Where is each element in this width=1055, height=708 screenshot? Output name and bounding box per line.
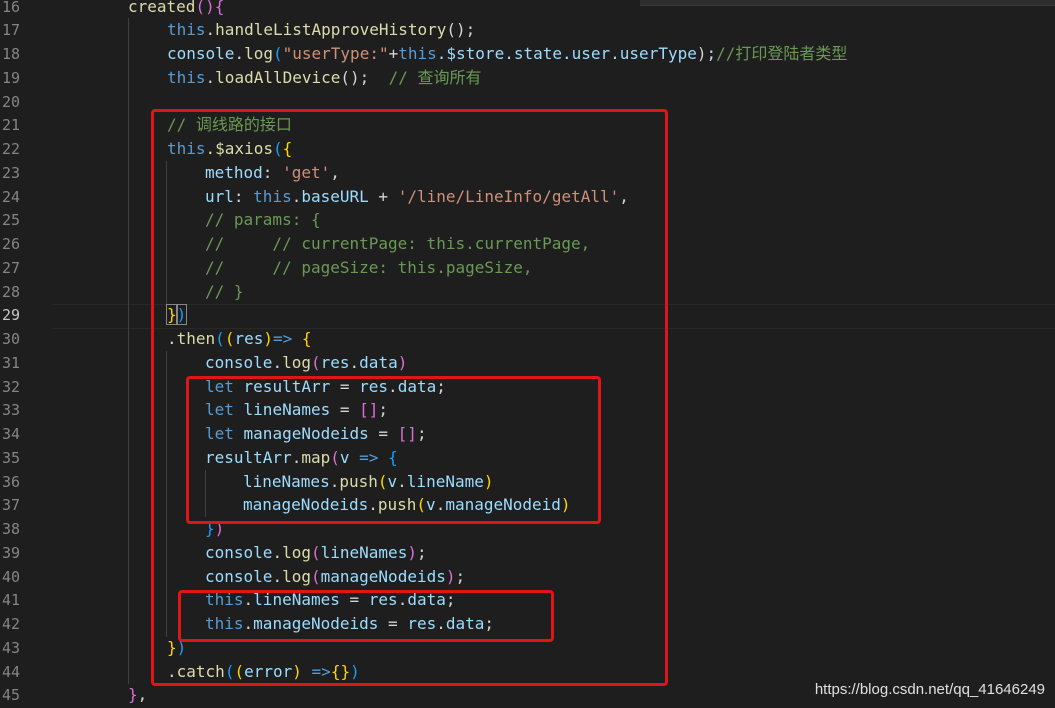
code-token: . — [205, 68, 216, 87]
code-token: + — [388, 44, 399, 63]
line-number: 44 — [1, 663, 20, 681]
code-token: created — [128, 0, 196, 16]
annotation-box-map-loop — [186, 376, 601, 524]
code-token: handleListApproveHistory — [215, 20, 447, 39]
code-token: // 查询所有 — [388, 68, 482, 87]
line-number: 37 — [1, 496, 20, 514]
code-token: this — [167, 20, 206, 39]
code-token: (); — [340, 68, 389, 87]
line-number: 40 — [1, 568, 20, 586]
line-number: 18 — [1, 45, 20, 63]
code-token: } — [128, 685, 138, 704]
code-editor[interactable]: 16 17 18 19 20 21 22 23 24 25 26 27 28 2… — [0, 0, 1055, 708]
line-number: 32 — [1, 378, 20, 396]
code-token: (); — [446, 20, 476, 39]
line-number: 22 — [1, 140, 20, 158]
line-number: 45 — [1, 686, 20, 704]
line-number: 43 — [1, 639, 20, 657]
line-number: 16 — [1, 0, 20, 16]
line-number: 38 — [1, 520, 20, 538]
code-line[interactable]: created(){ — [128, 0, 224, 19]
code-token: //打印登陆者类型 — [716, 44, 848, 63]
line-number: 36 — [1, 473, 20, 491]
line-number: 35 — [1, 449, 20, 467]
code-token: (){ — [195, 0, 225, 16]
line-number: 23 — [1, 164, 20, 182]
code-line[interactable]: this.handleListApproveHistory(); — [167, 18, 475, 42]
line-number: 24 — [1, 188, 20, 206]
line-number: 34 — [1, 425, 20, 443]
line-number: 42 — [1, 615, 20, 633]
line-number: 17 — [1, 21, 20, 39]
line-number-gutter: 16 17 18 19 20 21 22 23 24 25 26 27 28 2… — [0, 0, 40, 708]
code-token: console — [167, 44, 235, 63]
editor-widget-edge — [640, 0, 1055, 6]
code-token: ( — [272, 44, 283, 63]
annotation-box-assignments — [178, 590, 554, 642]
line-number: 21 — [1, 116, 20, 134]
line-number: 20 — [1, 93, 20, 111]
line-number: 31 — [1, 354, 20, 372]
line-number: 39 — [1, 544, 20, 562]
line-number: 29 — [1, 306, 20, 324]
code-line[interactable]: console.log("userType:"+this.$store.stat… — [167, 42, 847, 66]
code-token: this — [398, 44, 437, 63]
code-token: loadAllDevice — [215, 68, 341, 87]
watermark-url: https://blog.csdn.net/qq_41646249 — [814, 681, 1045, 698]
indent-guide — [128, 18, 129, 684]
line-number: 26 — [1, 235, 20, 253]
line-number: 41 — [1, 591, 20, 609]
line-number: 33 — [1, 401, 20, 419]
code-line[interactable]: }, — [128, 683, 147, 707]
line-number: 19 — [1, 69, 20, 87]
code-token: .$store.state.user.userType — [436, 44, 697, 63]
line-number: 30 — [1, 330, 20, 348]
code-token: "userType:" — [282, 44, 389, 63]
code-token: , — [137, 685, 148, 704]
code-token: this — [167, 68, 206, 87]
line-number: 25 — [1, 211, 20, 229]
code-line[interactable]: this.loadAllDevice(); // 查询所有 — [167, 66, 481, 90]
code-token: log — [244, 44, 273, 63]
line-number: 28 — [1, 283, 20, 301]
line-number: 27 — [1, 259, 20, 277]
code-token: . — [234, 44, 245, 63]
code-token: ); — [696, 44, 717, 63]
code-token: . — [205, 20, 216, 39]
